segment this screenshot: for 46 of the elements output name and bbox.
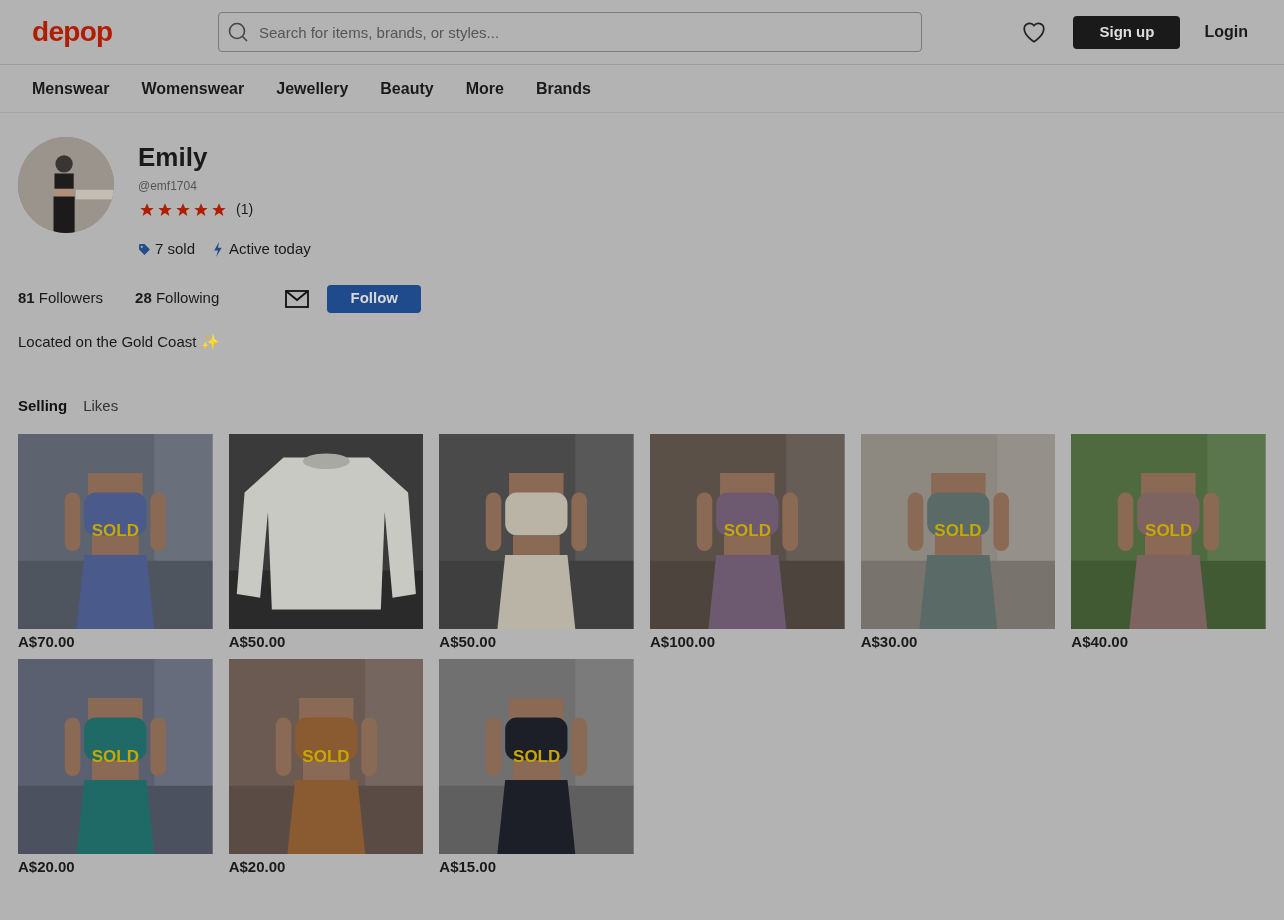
sold-label: SOLD xyxy=(513,745,561,768)
following-count[interactable]: 28 Following xyxy=(135,287,220,310)
product-price: A$15.00 xyxy=(439,857,498,877)
product-price: A$20.00 xyxy=(18,857,76,877)
category-link[interactable]: Brands xyxy=(535,76,591,101)
category-link[interactable]: Beauty xyxy=(380,76,434,101)
star-icon xyxy=(156,201,174,218)
profile-bio: Located on the Gold Coast ✨ xyxy=(18,331,221,352)
search-icon xyxy=(226,20,250,44)
sold-count: 7 sold xyxy=(155,239,196,259)
mail-icon[interactable] xyxy=(285,289,310,308)
sold-label: SOLD xyxy=(91,520,139,543)
product-price: A$50.00 xyxy=(228,631,287,652)
sold-label: SOLD xyxy=(302,745,350,768)
product-price: A$50.00 xyxy=(439,631,498,652)
product-price: A$70.00 xyxy=(18,631,76,652)
lightning-icon xyxy=(213,241,224,257)
profile-tab[interactable]: Likes xyxy=(83,395,119,418)
star-icon xyxy=(192,201,210,218)
follow-button[interactable]: Follow xyxy=(327,284,422,313)
sold-label: SOLD xyxy=(934,520,982,543)
heart-icon[interactable] xyxy=(1021,20,1048,44)
profile-name: Emily xyxy=(138,141,209,173)
product-price: A$40.00 xyxy=(1071,631,1130,652)
star-icon xyxy=(210,201,228,218)
review-count[interactable]: (1) xyxy=(236,199,254,220)
category-link[interactable]: Menswear xyxy=(32,76,110,101)
star-icon xyxy=(174,201,192,218)
sign-up-button[interactable]: Sign up xyxy=(1073,15,1181,49)
sold-label: SOLD xyxy=(91,745,139,768)
login-link[interactable]: Login xyxy=(1204,20,1248,44)
search-field[interactable]: Search for items, brands, or styles... xyxy=(218,12,922,52)
sold-label: SOLD xyxy=(723,520,771,543)
star-icon xyxy=(138,201,156,218)
sold-label: SOLD xyxy=(1145,520,1193,543)
category-link[interactable]: Womenswear xyxy=(141,76,245,101)
followers-count[interactable]: 81 Followers xyxy=(18,287,104,310)
profile-handle: @emf1704 xyxy=(138,178,198,195)
product-price: A$20.00 xyxy=(228,857,287,877)
product-price: A$100.00 xyxy=(650,631,717,652)
tag-icon xyxy=(138,242,151,256)
profile-tab[interactable]: Selling xyxy=(18,395,68,418)
activity-status: Active today xyxy=(229,239,311,259)
category-link[interactable]: More xyxy=(465,76,504,101)
category-link[interactable]: Jewellery xyxy=(276,76,349,101)
product-price: A$30.00 xyxy=(860,631,919,652)
